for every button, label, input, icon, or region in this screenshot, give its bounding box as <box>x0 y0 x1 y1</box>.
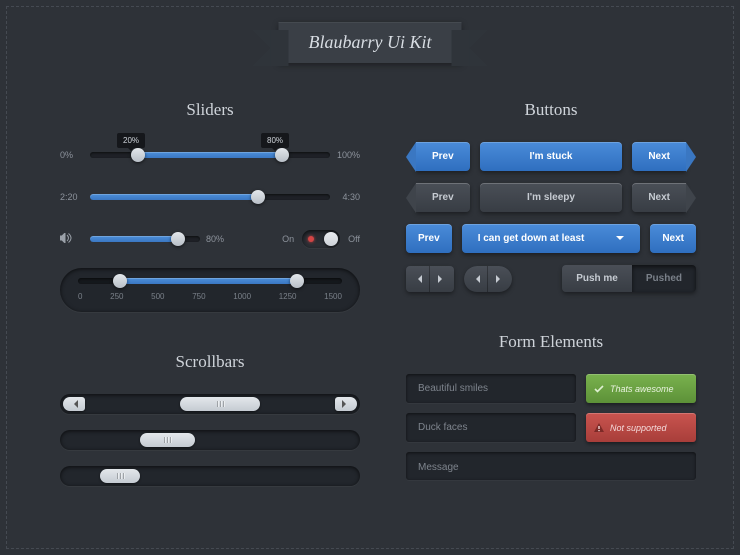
push-me-button[interactable]: Push me <box>562 265 632 292</box>
dropdown-label: I can get down at least <box>478 233 585 244</box>
toggle-switch[interactable]: On Off <box>282 230 360 248</box>
sliders-heading: Sliders <box>60 100 360 120</box>
tag-error-label: Not supported <box>610 423 667 433</box>
check-icon <box>594 384 604 394</box>
pager2-prev[interactable] <box>464 266 488 292</box>
next-button-small[interactable]: Next <box>650 224 696 253</box>
tag-error: Not supported <box>586 413 696 442</box>
scroll3-thumb[interactable] <box>100 469 140 483</box>
slider1-max: 100% <box>330 150 360 160</box>
chevron-down-icon <box>616 236 624 244</box>
pager-2 <box>464 266 512 292</box>
stuck-button[interactable]: I'm stuck <box>480 142 623 171</box>
sleepy-button[interactable]: I'm sleepy <box>480 183 623 212</box>
prev-button-blue[interactable]: Prev <box>416 142 470 171</box>
pager1-prev[interactable] <box>406 266 430 292</box>
pager-1 <box>406 266 454 292</box>
tag-success: Thats awesome <box>586 374 696 403</box>
prev-button-small[interactable]: Prev <box>406 224 452 253</box>
scrollbar-1[interactable] <box>60 394 360 414</box>
prev-button-dark[interactable]: Prev <box>416 183 470 212</box>
pushed-button[interactable]: Pushed <box>632 265 696 292</box>
input-smiles[interactable]: Beautiful smiles <box>406 374 576 403</box>
scroll1-thumb[interactable] <box>180 397 260 411</box>
warning-icon <box>594 423 604 433</box>
title-ribbon: Blaubarry Ui Kit <box>278 22 461 63</box>
slider1-min: 0% <box>60 150 90 160</box>
scroll1-right-arrow[interactable] <box>335 397 357 411</box>
slider1-knob-left[interactable]: 20% <box>131 148 145 162</box>
slider2-right: 4:30 <box>330 192 360 202</box>
toggle-button-group: Push me Pushed <box>562 265 696 292</box>
tag-success-label: Thats awesome <box>610 384 674 394</box>
scrollbar-3[interactable] <box>60 466 360 486</box>
form-heading: Form Elements <box>406 332 696 352</box>
kit-title: Blaubarry Ui Kit <box>308 32 431 52</box>
slider1-tip-left: 20% <box>117 133 145 148</box>
slider-ticks[interactable]: 0 250 500 750 1000 1250 1500 <box>60 268 360 312</box>
next-button-dark[interactable]: Next <box>632 183 686 212</box>
scrollbar-2[interactable] <box>60 430 360 450</box>
scroll1-left-arrow[interactable] <box>63 397 85 411</box>
slider4-knob-right[interactable] <box>290 274 304 288</box>
slider1-tip-right: 80% <box>261 133 289 148</box>
toggle-on-label: On <box>282 234 294 244</box>
next-button-blue[interactable]: Next <box>632 142 686 171</box>
slider1-track[interactable]: 20% 80% <box>90 152 330 158</box>
slider4-knob-left[interactable] <box>113 274 127 288</box>
slider4-ticks: 0 250 500 750 1000 1250 1500 <box>78 292 342 301</box>
slider2-track[interactable] <box>90 194 330 200</box>
toggle-off-label: Off <box>348 234 360 244</box>
slider-volume-row: 80% On Off <box>60 226 360 252</box>
slider-time[interactable]: 2:20 4:30 <box>60 184 360 210</box>
dropdown-button[interactable]: I can get down at least <box>462 224 641 253</box>
pager2-next[interactable] <box>488 266 512 292</box>
slider2-knob[interactable] <box>251 190 265 204</box>
slider3-knob[interactable] <box>171 232 185 246</box>
scrollbars-heading: Scrollbars <box>60 352 360 372</box>
scroll2-thumb[interactable] <box>140 433 195 447</box>
message-textarea[interactable]: Message <box>406 452 696 480</box>
input-duck[interactable]: Duck faces <box>406 413 576 442</box>
slider-range[interactable]: 0% 20% 80% 100% <box>60 142 360 168</box>
buttons-heading: Buttons <box>406 100 696 120</box>
toggle-knob[interactable] <box>324 232 338 246</box>
slider1-knob-right[interactable]: 80% <box>275 148 289 162</box>
slider3-value: 80% <box>200 234 230 244</box>
volume-icon <box>60 233 90 245</box>
slider2-left: 2:20 <box>60 192 90 202</box>
slider3-track[interactable] <box>90 236 200 242</box>
pager1-next[interactable] <box>430 266 454 292</box>
